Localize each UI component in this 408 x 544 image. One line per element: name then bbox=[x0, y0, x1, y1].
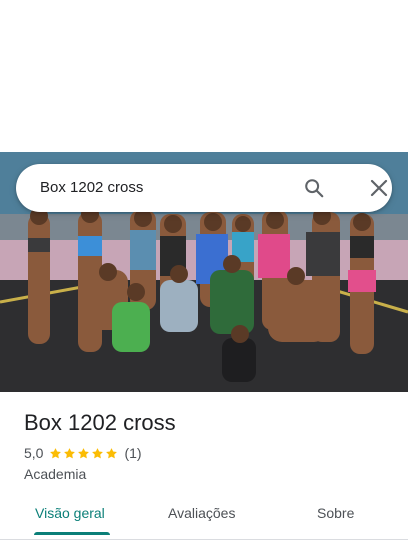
review-count[interactable]: (1) bbox=[124, 445, 141, 461]
close-icon[interactable] bbox=[370, 179, 388, 197]
search-bar[interactable]: Box 1202 cross bbox=[16, 164, 392, 212]
map-blank-area bbox=[0, 0, 408, 152]
star-icon bbox=[50, 447, 62, 458]
place-tabs: Visão geral Avaliações Sobre bbox=[0, 496, 408, 536]
search-icon[interactable] bbox=[303, 177, 325, 199]
star-rating bbox=[49, 447, 119, 460]
tab-reviews[interactable]: Avaliações bbox=[168, 496, 235, 536]
star-icon bbox=[64, 447, 76, 458]
star-icon bbox=[106, 447, 118, 458]
tab-about[interactable]: Sobre bbox=[317, 496, 354, 536]
tab-overview[interactable]: Visão geral bbox=[35, 496, 105, 536]
rating-row[interactable]: 5,0 (1) bbox=[24, 445, 142, 461]
tabs-divider bbox=[0, 539, 408, 540]
active-tab-indicator bbox=[34, 532, 110, 535]
search-input[interactable]: Box 1202 cross bbox=[40, 164, 280, 212]
place-category[interactable]: Academia bbox=[24, 466, 86, 482]
star-icon bbox=[78, 447, 90, 458]
rating-value: 5,0 bbox=[24, 445, 44, 461]
place-title: Box 1202 cross bbox=[24, 410, 176, 435]
star-icon bbox=[92, 447, 104, 458]
